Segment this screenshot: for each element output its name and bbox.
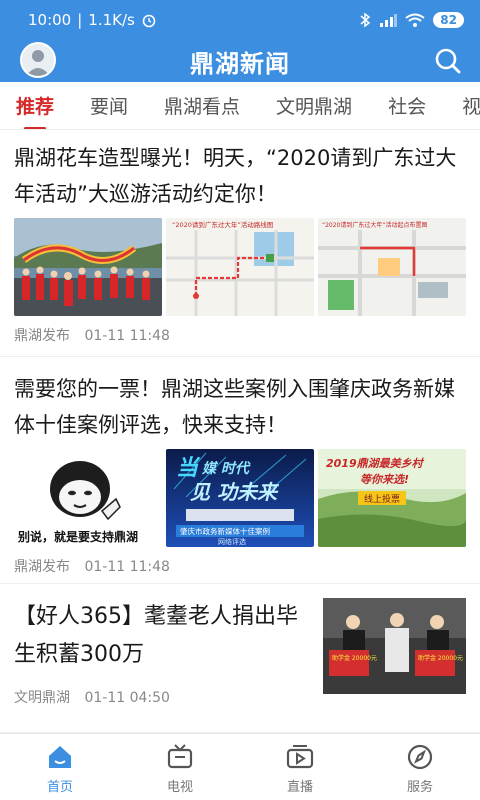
search-icon[interactable] bbox=[434, 47, 462, 75]
village-poster-sub: 等你来选! bbox=[360, 473, 409, 486]
alarm-icon bbox=[142, 14, 156, 28]
sign-text: 助学金 20000元 bbox=[332, 654, 377, 662]
tab-headlines[interactable]: 要闻 bbox=[90, 92, 128, 119]
svg-text:媒 时代: 媒 时代 bbox=[201, 460, 251, 477]
thumbnail-donation-photo[interactable]: 助学金 20000元 助学金 20000元 bbox=[322, 598, 466, 694]
news-item[interactable]: 需要您的一票！鼎湖这些案例入围肇庆政务新媒体十佳案例评选，快来支持！ 别说，就是… bbox=[0, 357, 480, 584]
tab-dinghu-highlights[interactable]: 鼎湖看点 bbox=[164, 92, 240, 119]
village-poster-badge: 线上投票 bbox=[364, 493, 400, 505]
news-meta: 鼎湖发布 01-11 11:48 bbox=[14, 316, 466, 356]
news-time: 01-11 11:48 bbox=[84, 559, 170, 575]
poster-line1: 肇庆市政务新媒体十佳案例 bbox=[180, 526, 270, 536]
svg-text:当: 当 bbox=[176, 456, 201, 481]
nav-tv[interactable]: 电视 bbox=[120, 734, 240, 800]
village-poster-title: 2019鼎湖最美乡村 bbox=[326, 457, 425, 470]
tab-society[interactable]: 社会 bbox=[388, 92, 426, 119]
news-title[interactable]: 需要您的一票！鼎湖这些案例入围肇庆政务新媒体十佳案例评选，快来支持！ bbox=[14, 371, 466, 443]
bluetooth-icon bbox=[360, 12, 371, 28]
thumbnail-village-poster[interactable]: 2019鼎湖最美乡村 等你来选! 线上投票 bbox=[318, 449, 466, 547]
tv-icon bbox=[167, 744, 193, 769]
thumbnail-row: “2020请到广东过大年”活动路线图 “2020请到广东过大年”活动起点布置图 bbox=[14, 218, 466, 316]
avatar[interactable] bbox=[20, 42, 56, 78]
live-video-icon bbox=[286, 745, 314, 769]
news-feed: 鼎湖花车造型曝光！明天，“2020请到广东过大年活动”大巡游活动约定你！ “20… bbox=[0, 130, 480, 733]
app-header: 鼎湖新闻 bbox=[0, 40, 480, 82]
status-time: 10:00 bbox=[28, 11, 72, 29]
news-item[interactable]: 鼎湖花车造型曝光！明天，“2020请到广东过大年活动”大巡游活动约定你！ “20… bbox=[0, 130, 480, 357]
tab-civilized-dinghu[interactable]: 文明鼎湖 bbox=[276, 92, 352, 119]
bottom-navigation: 首页 电视 直播 服务 bbox=[0, 733, 480, 800]
tab-video[interactable]: 视频 bbox=[462, 92, 480, 119]
tab-recommended[interactable]: 推荐 bbox=[16, 92, 54, 119]
poster-line2: 网络评选 bbox=[218, 537, 246, 546]
user-avatar-icon bbox=[26, 50, 50, 76]
news-time: 01-11 04:50 bbox=[84, 690, 170, 706]
svg-text:见 功未来: 见 功未来 bbox=[190, 480, 280, 504]
meme-caption: 别说，就是要支持鼎湖 bbox=[17, 529, 138, 544]
thumbnail-route-map[interactable]: “2020请到广东过大年”活动路线图 bbox=[166, 218, 314, 316]
network-speed: 1.1K/s bbox=[88, 11, 135, 29]
news-title[interactable]: 鼎湖花车造型曝光！明天，“2020请到广东过大年活动”大巡游活动约定你！ bbox=[14, 140, 466, 212]
news-source: 鼎湖发布 bbox=[14, 328, 70, 344]
nav-home[interactable]: 首页 bbox=[0, 734, 120, 800]
news-time: 01-11 11:48 bbox=[84, 328, 170, 344]
category-tabs: 推荐 要闻 鼎湖看点 文明鼎湖 社会 视频 bbox=[0, 82, 480, 130]
cellular-signal-icon bbox=[380, 14, 398, 27]
nav-services[interactable]: 服务 bbox=[360, 734, 480, 800]
nav-live-label: 直播 bbox=[286, 780, 313, 795]
news-source: 鼎湖发布 bbox=[14, 559, 70, 575]
news-source: 文明鼎湖 bbox=[14, 690, 70, 706]
thumbnail-parade-photo[interactable] bbox=[14, 218, 162, 316]
map-caption: “2020请到广东过大年”活动起点布置图 bbox=[322, 221, 428, 229]
thumbnail-meme[interactable]: 别说，就是要支持鼎湖 bbox=[14, 449, 162, 547]
nav-services-label: 服务 bbox=[406, 780, 433, 795]
nav-tv-label: 电视 bbox=[166, 780, 193, 795]
wifi-icon bbox=[405, 13, 425, 27]
compass-icon bbox=[407, 744, 433, 770]
sign-text: 助学金 20000元 bbox=[418, 654, 463, 662]
nav-live[interactable]: 直播 bbox=[240, 734, 360, 800]
news-meta: 鼎湖发布 01-11 11:48 bbox=[14, 547, 466, 587]
news-meta: 文明鼎湖 01-11 04:50 bbox=[14, 678, 313, 718]
battery-level: 82 bbox=[433, 12, 464, 28]
thumbnail-venue-layout-map[interactable]: “2020请到广东过大年”活动起点布置图 bbox=[318, 218, 466, 316]
thumbnail-new-media-poster[interactable]: 当 媒 时代 见 功未来 肇庆市政务新媒体十佳案例 网络评选 bbox=[166, 449, 314, 547]
thumbnail-row: 别说，就是要支持鼎湖 当 媒 时代 见 功未来 肇庆市政务新媒体十佳案例 网络评… bbox=[14, 449, 466, 547]
map-caption: “2020请到广东过大年”活动路线图 bbox=[172, 220, 273, 229]
news-title[interactable]: 【好人365】耄耋老人捐出毕生积蓄300万 bbox=[14, 598, 313, 674]
status-bar: 10:00 | 1.1K/s 82 bbox=[0, 0, 480, 40]
news-item[interactable]: 【好人365】耄耋老人捐出毕生积蓄300万 文明鼎湖 01-11 04:50 助… bbox=[0, 584, 480, 733]
app-title: 鼎湖新闻 bbox=[190, 49, 290, 78]
nav-home-label: 首页 bbox=[46, 780, 73, 795]
home-icon bbox=[49, 746, 71, 768]
